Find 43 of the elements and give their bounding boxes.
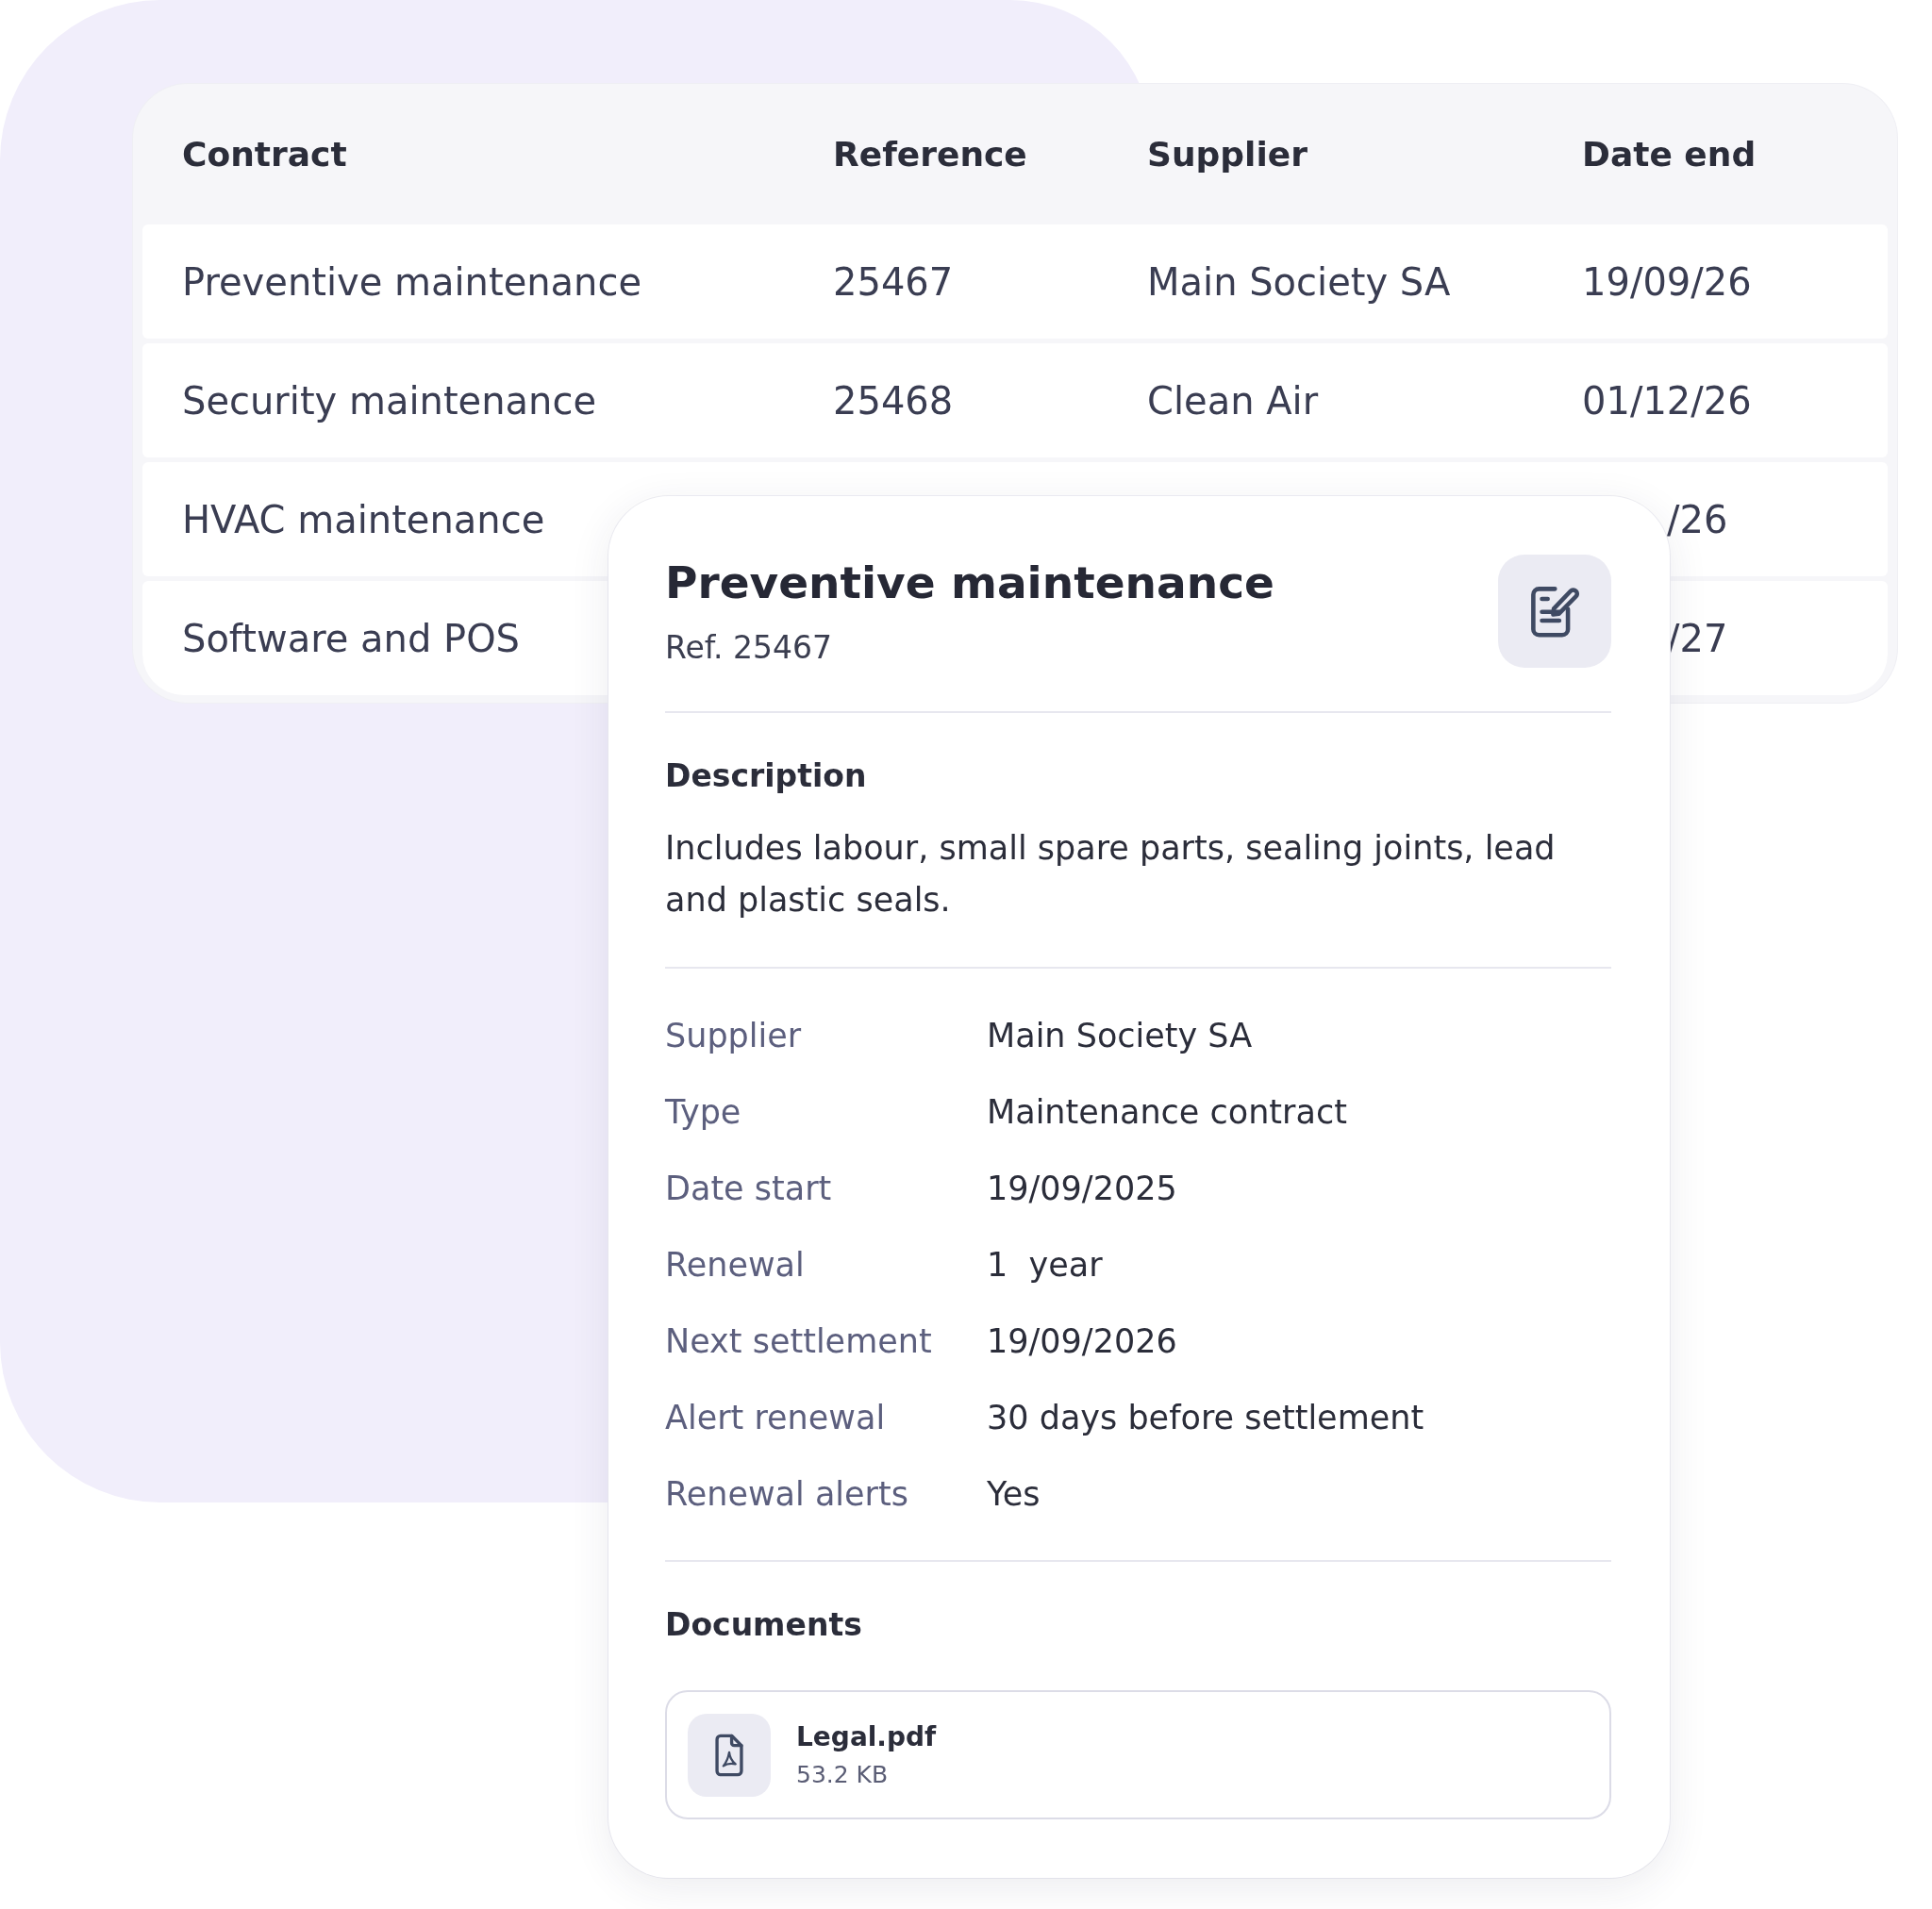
field-value: 19/09/2026 bbox=[987, 1320, 1177, 1362]
field-label: Next settlement bbox=[665, 1320, 932, 1362]
section-heading: Description bbox=[665, 756, 867, 796]
table-cell-text: 01/12/26 bbox=[1582, 377, 1752, 424]
column-header: Contract bbox=[182, 133, 347, 175]
edit-button[interactable] bbox=[1498, 555, 1611, 668]
edit-icon bbox=[1530, 584, 1579, 639]
table-cell-text: Preventive maintenance bbox=[182, 258, 642, 306]
section-heading: Documents bbox=[665, 1605, 862, 1645]
pdf-file-icon bbox=[688, 1713, 771, 1797]
table-row[interactable]: Preventive maintenance 25467 Main Society SA 19/09/26 bbox=[142, 224, 1888, 339]
field-label: Date start bbox=[665, 1168, 832, 1209]
table-cell-text: Clean Air bbox=[1147, 377, 1319, 424]
field-value: 1 year bbox=[987, 1244, 1103, 1286]
contract-title: Preventive maintenance bbox=[665, 556, 1274, 609]
table-cell-text: /26 bbox=[1667, 496, 1728, 543]
table-cell-text: 25467 bbox=[833, 258, 954, 306]
file-name: Legal.pdf bbox=[796, 1719, 937, 1754]
field-label: Type bbox=[665, 1091, 741, 1133]
table-cell-text: Software and POS bbox=[182, 615, 520, 662]
description-text: Includes labour, small spare parts, sealing joints, lead and plastic seals. bbox=[665, 828, 1557, 921]
table-cell-text: Main Society SA bbox=[1147, 258, 1451, 306]
document-item[interactable]: Legal.pdf 53.2 KB bbox=[665, 1690, 1611, 1819]
file-size: 53.2 KB bbox=[796, 1759, 889, 1790]
field-value: Main Society SA bbox=[987, 1015, 1253, 1056]
column-header: Supplier bbox=[1147, 133, 1307, 175]
field-label: Renewal bbox=[665, 1244, 805, 1286]
field-value: Yes bbox=[987, 1473, 1041, 1515]
table-cell-text: HVAC maintenance bbox=[182, 496, 545, 543]
table-cell-text: 25468 bbox=[833, 377, 954, 424]
field-label: Supplier bbox=[665, 1015, 802, 1056]
table-cell-text: Security maintenance bbox=[182, 377, 597, 424]
column-header: Reference bbox=[833, 133, 1027, 175]
table-cell-text: /27 bbox=[1667, 615, 1728, 662]
field-value: Maintenance contract bbox=[987, 1091, 1347, 1133]
column-header: Date end bbox=[1582, 133, 1757, 175]
contract-reference: Ref. 25467 bbox=[665, 628, 832, 668]
field-label: Alert renewal bbox=[665, 1397, 886, 1438]
field-label: Renewal alerts bbox=[665, 1473, 908, 1515]
field-value: 19/09/2025 bbox=[987, 1168, 1177, 1209]
table-row[interactable]: Security maintenance 25468 Clean Air 01/12/26 bbox=[142, 343, 1888, 457]
table-cell-text: 19/09/26 bbox=[1582, 258, 1752, 306]
field-value: 30 days before settlement bbox=[987, 1397, 1424, 1438]
